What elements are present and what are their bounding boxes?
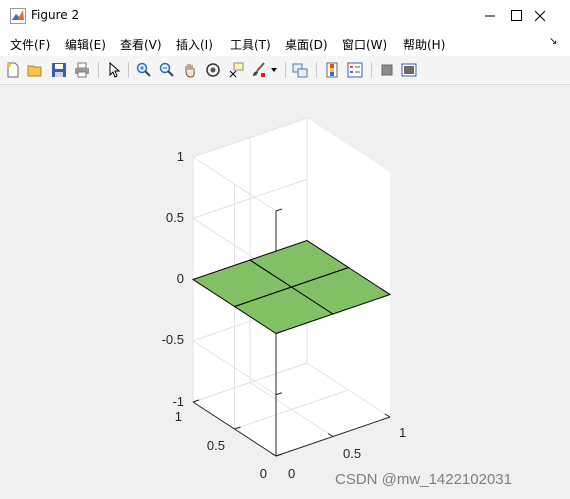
chevron-down-icon bbox=[271, 68, 277, 72]
insert-legend-button[interactable] bbox=[345, 60, 365, 80]
menu-desktop[interactable]: 桌面(D) bbox=[285, 36, 328, 53]
link-plot-icon bbox=[292, 63, 308, 78]
save-icon bbox=[52, 63, 66, 77]
x-tick-label: 1 bbox=[399, 425, 406, 440]
window-title: Figure 2 bbox=[31, 8, 80, 22]
data-cursor-icon bbox=[229, 62, 244, 78]
close-button[interactable] bbox=[517, 0, 563, 31]
maximize-button[interactable] bbox=[470, 0, 522, 31]
menu-tools[interactable]: 工具(T) bbox=[230, 36, 271, 53]
matlab-icon bbox=[10, 8, 26, 24]
z-tick-label: 1 bbox=[177, 149, 184, 164]
menu-insert[interactable]: 插入(I) bbox=[176, 36, 213, 53]
open-file-button[interactable] bbox=[25, 60, 45, 80]
z-tick-label: -0.5 bbox=[162, 332, 184, 347]
print-icon bbox=[75, 62, 89, 78]
pan-button[interactable] bbox=[180, 60, 200, 80]
z-tick-label: 0.5 bbox=[166, 210, 184, 225]
hide-plot-tools-icon bbox=[381, 64, 393, 76]
rotate-3d-icon bbox=[206, 63, 220, 77]
insert-legend-icon bbox=[347, 62, 363, 78]
link-plot-button[interactable] bbox=[290, 60, 310, 80]
new-figure-icon bbox=[7, 62, 19, 78]
select-arrow-icon bbox=[109, 62, 121, 78]
show-plot-tools-button[interactable] bbox=[399, 60, 419, 80]
show-plot-tools-icon bbox=[401, 63, 417, 77]
new-figure-button[interactable] bbox=[3, 60, 23, 80]
save-button[interactable] bbox=[49, 60, 69, 80]
insert-colorbar-button[interactable] bbox=[322, 60, 342, 80]
data-cursor-button[interactable] bbox=[226, 60, 246, 80]
figure-window: Figure 2 文件(F) 编辑(E) 查看(V) 插入(I) 工具(T) 桌… bbox=[0, 0, 570, 499]
axes-3d[interactable]: 1 0.5 0 -0.5 -1 1 0.5 0 0 0.5 1 bbox=[3, 86, 570, 499]
select-button[interactable] bbox=[104, 60, 124, 80]
brush-button[interactable] bbox=[249, 60, 269, 80]
x-tick-label: 0 bbox=[288, 466, 295, 481]
menu-file[interactable]: 文件(F) bbox=[10, 36, 50, 53]
y-tick-label: 0 bbox=[260, 466, 267, 481]
y-tick-label: 1 bbox=[175, 409, 182, 424]
zoom-in-button[interactable] bbox=[134, 60, 154, 80]
pan-icon bbox=[185, 64, 195, 78]
y-tick-label: 0.5 bbox=[207, 438, 225, 453]
print-button[interactable] bbox=[72, 60, 92, 80]
zoom-in-icon bbox=[136, 62, 151, 77]
menu-edit[interactable]: 编辑(E) bbox=[65, 36, 106, 53]
dock-arrow-icon[interactable]: ↘ bbox=[549, 36, 557, 47]
insert-colorbar-icon bbox=[326, 62, 338, 78]
menu-window[interactable]: 窗口(W) bbox=[342, 36, 387, 53]
z-tick-label: 0 bbox=[177, 271, 184, 286]
zoom-out-button[interactable] bbox=[157, 60, 177, 80]
z-tick-label: -1 bbox=[172, 394, 184, 409]
toolbar-separator bbox=[285, 62, 286, 78]
title-bar: Figure 2 bbox=[0, 0, 570, 31]
zoom-out-icon bbox=[159, 62, 174, 77]
figure-toolbar bbox=[0, 56, 570, 85]
watermark: CSDN @mw_1422102031 bbox=[335, 471, 512, 488]
toolbar-separator bbox=[98, 62, 99, 78]
menu-view[interactable]: 查看(V) bbox=[120, 36, 162, 53]
rotate-3d-button[interactable] bbox=[203, 60, 223, 80]
toolbar-separator bbox=[128, 62, 129, 78]
menu-bar: 文件(F) 编辑(E) 查看(V) 插入(I) 工具(T) 桌面(D) 窗口(W… bbox=[0, 31, 570, 56]
toolbar-separator bbox=[316, 62, 317, 78]
brush-dropdown[interactable] bbox=[268, 60, 280, 80]
figure-canvas: 1 0.5 0 -0.5 -1 1 0.5 0 0 0.5 1 bbox=[3, 86, 570, 499]
open-file-icon bbox=[27, 65, 42, 77]
toolbar-separator bbox=[371, 62, 372, 78]
brush-icon bbox=[253, 62, 265, 77]
hide-plot-tools-button[interactable] bbox=[377, 60, 397, 80]
menu-help[interactable]: 帮助(H) bbox=[403, 36, 445, 53]
close-icon bbox=[534, 10, 546, 21]
x-tick-label: 0.5 bbox=[343, 446, 361, 461]
z-axis-tick-labels: 1 0.5 0 -0.5 -1 bbox=[162, 149, 184, 409]
